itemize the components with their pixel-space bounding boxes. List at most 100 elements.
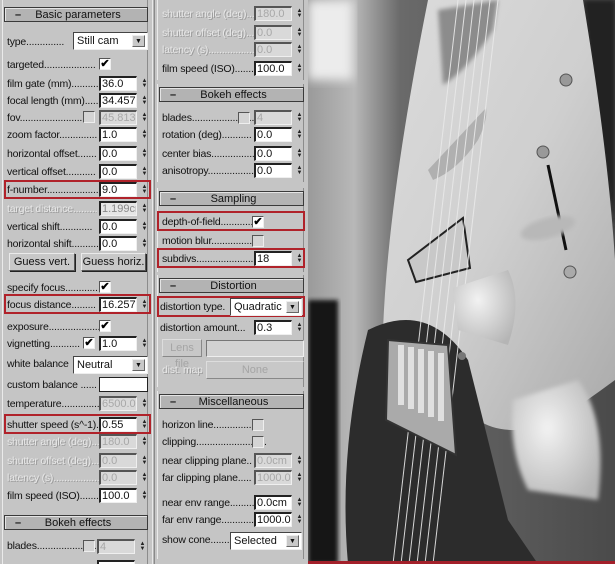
- rotation-field-partial[interactable]: [97, 560, 135, 564]
- vertical-shift-spinner[interactable]: ▲ ▼: [140, 219, 149, 234]
- film-speed-field[interactable]: 100.0: [254, 61, 292, 76]
- focus-distance-field[interactable]: 16.257c: [99, 297, 137, 312]
- miscellaneous-header[interactable]: – Miscellaneous: [159, 394, 304, 409]
- f-number-field[interactable]: 9.0: [99, 182, 137, 197]
- film-gate-field[interactable]: 36.0: [99, 76, 137, 91]
- guess-vert-button[interactable]: Guess vert.: [9, 253, 75, 271]
- distortion-header[interactable]: – Distortion: [159, 278, 304, 293]
- exposure-checkbox[interactable]: ✔: [99, 320, 111, 332]
- center-bias-field[interactable]: 0.0: [254, 146, 292, 161]
- blades-spinner[interactable]: ▲ ▼: [138, 539, 147, 554]
- blades-spinner[interactable]: ▲ ▼: [295, 110, 304, 125]
- horizon-line-checkbox[interactable]: [252, 419, 264, 431]
- shutter-angle-spinner[interactable]: ▲ ▼: [140, 434, 149, 449]
- sampling-header[interactable]: – Sampling: [159, 191, 304, 206]
- f-number-spinner[interactable]: ▲ ▼: [140, 182, 149, 197]
- distortion-amount-field[interactable]: 0.3: [254, 320, 292, 335]
- lens-file-button[interactable]: Lens file: [162, 339, 202, 370]
- motion-blur-checkbox[interactable]: [252, 235, 264, 247]
- distortion-type-dropdown[interactable]: Quadratic ▼: [230, 298, 302, 316]
- rotation-spinner[interactable]: ▲ ▼: [295, 127, 304, 142]
- horizontal-offset-field[interactable]: 0.0: [99, 146, 137, 161]
- horizontal-offset-spinner[interactable]: ▲ ▼: [140, 146, 149, 161]
- shutter-offset-spinner[interactable]: ▲ ▼: [140, 453, 149, 468]
- film-speed-spinner[interactable]: ▲ ▼: [140, 488, 149, 503]
- horizontal-shift-spinner[interactable]: ▲ ▼: [140, 236, 149, 251]
- vertical-shift-field[interactable]: 0.0: [99, 219, 137, 234]
- anisotropy-field[interactable]: 0.0: [254, 163, 292, 178]
- near-env-range-spinner[interactable]: ▲ ▼: [295, 495, 304, 510]
- shutter-offset-spinner[interactable]: ▲ ▼: [295, 25, 304, 40]
- targeted-checkbox[interactable]: ✔: [99, 58, 111, 70]
- subdivs-spinner[interactable]: ▲ ▼: [295, 251, 304, 266]
- far-env-range-spinner[interactable]: ▲ ▼: [295, 512, 304, 527]
- spin-down-icon: ▼: [141, 459, 148, 466]
- horizontal-shift-field[interactable]: 0.0: [99, 236, 137, 251]
- shutter-offset-field[interactable]: 0.0: [99, 453, 137, 468]
- blades-checkbox[interactable]: [83, 540, 95, 552]
- white-balance-dropdown[interactable]: Neutral ▼: [73, 356, 148, 374]
- near-clipping-plane-spinner[interactable]: ▲ ▼: [295, 453, 304, 468]
- latency-field[interactable]: 0.0: [99, 470, 137, 485]
- far-clipping-plane-spinner[interactable]: ▲ ▼: [295, 470, 304, 485]
- dropdown-arrow-icon: ▼: [132, 359, 145, 371]
- custom-balance-color-swatch[interactable]: [99, 377, 148, 392]
- lens-file-path-field[interactable]: [206, 340, 304, 357]
- dist-map-button[interactable]: None: [206, 361, 304, 379]
- depth-of-field-checkbox[interactable]: ✔: [252, 216, 264, 228]
- near-env-range-field[interactable]: 0.0cm: [254, 495, 292, 510]
- spin-down-icon: ▼: [296, 133, 303, 140]
- target-distance-spinner[interactable]: ▲ ▼: [140, 201, 149, 216]
- shutter-offset-field[interactable]: 0.0: [254, 25, 292, 40]
- shutter-angle-field[interactable]: 180.0: [99, 434, 137, 449]
- fov-field[interactable]: 45.813: [99, 110, 137, 125]
- distortion-amount-spinner[interactable]: ▲ ▼: [295, 320, 304, 335]
- center-bias-spinner[interactable]: ▲ ▼: [295, 146, 304, 161]
- vertical-offset-field[interactable]: 0.0: [99, 164, 137, 179]
- guess-horiz-button[interactable]: Guess horiz.: [81, 253, 146, 271]
- zoom-factor-field[interactable]: 1.0: [99, 127, 137, 142]
- shutter-speed-spinner[interactable]: ▲ ▼: [140, 417, 149, 432]
- show-cone-dropdown[interactable]: Selected ▼: [230, 532, 302, 550]
- anisotropy-spinner[interactable]: ▲ ▼: [295, 163, 304, 178]
- temperature-field[interactable]: 6500.0: [99, 396, 137, 411]
- fov-spinner[interactable]: ▲ ▼: [140, 110, 149, 125]
- spin-down-icon: ▼: [141, 207, 148, 214]
- shutter-angle-field[interactable]: 180.0: [254, 6, 292, 21]
- vignetting-spinner[interactable]: ▲ ▼: [140, 336, 149, 351]
- blades-field[interactable]: 4: [97, 539, 135, 554]
- film-speed-spinner[interactable]: ▲ ▼: [295, 61, 304, 76]
- vertical-offset-spinner[interactable]: ▲ ▼: [140, 164, 149, 179]
- far-env-range-field[interactable]: 1000.0c: [254, 512, 292, 527]
- blades-checkbox[interactable]: [238, 112, 250, 124]
- film-speed-field[interactable]: 100.0: [99, 488, 137, 503]
- shutter-angle-spinner[interactable]: ▲ ▼: [295, 6, 304, 21]
- depth-of-field-row: depth-of-field..............: [162, 213, 303, 230]
- focus-distance-spinner[interactable]: ▲ ▼: [140, 297, 149, 312]
- bokeh-effects-header[interactable]: – Bokeh effects: [159, 87, 304, 102]
- vignetting-field[interactable]: 1.0: [99, 336, 137, 351]
- specify-focus-checkbox[interactable]: ✔: [99, 281, 111, 293]
- far-clipping-plane-field[interactable]: 1000.0c: [254, 470, 292, 485]
- type-label: type..............: [7, 35, 65, 48]
- blades-field[interactable]: 4: [254, 110, 292, 125]
- film-gate-spinner[interactable]: ▲ ▼: [140, 76, 149, 91]
- basic-parameters-header[interactable]: – Basic parameters: [4, 7, 148, 22]
- type-dropdown[interactable]: Still cam ▼: [73, 32, 148, 50]
- latency-spinner[interactable]: ▲ ▼: [295, 42, 304, 57]
- clipping-checkbox[interactable]: [252, 436, 264, 448]
- rotation-field[interactable]: 0.0: [254, 127, 292, 142]
- shutter-speed-field[interactable]: 0.55: [99, 417, 137, 432]
- latency-field[interactable]: 0.0: [254, 42, 292, 57]
- near-clipping-plane-field[interactable]: 0.0cm: [254, 453, 292, 468]
- temperature-spinner[interactable]: ▲ ▼: [140, 396, 149, 411]
- subdivs-field[interactable]: 18: [254, 251, 292, 266]
- focal-length-spinner[interactable]: ▲ ▼: [140, 93, 149, 108]
- focal-length-field[interactable]: 34.457: [99, 93, 137, 108]
- bokeh-effects-header[interactable]: – Bokeh effects: [4, 515, 148, 530]
- fov-checkbox[interactable]: [83, 111, 95, 123]
- latency-spinner[interactable]: ▲ ▼: [140, 470, 149, 485]
- zoom-factor-spinner[interactable]: ▲ ▼: [140, 127, 149, 142]
- target-distance-field[interactable]: 1.199cr: [99, 201, 137, 216]
- vignetting-checkbox[interactable]: ✔: [83, 337, 95, 349]
